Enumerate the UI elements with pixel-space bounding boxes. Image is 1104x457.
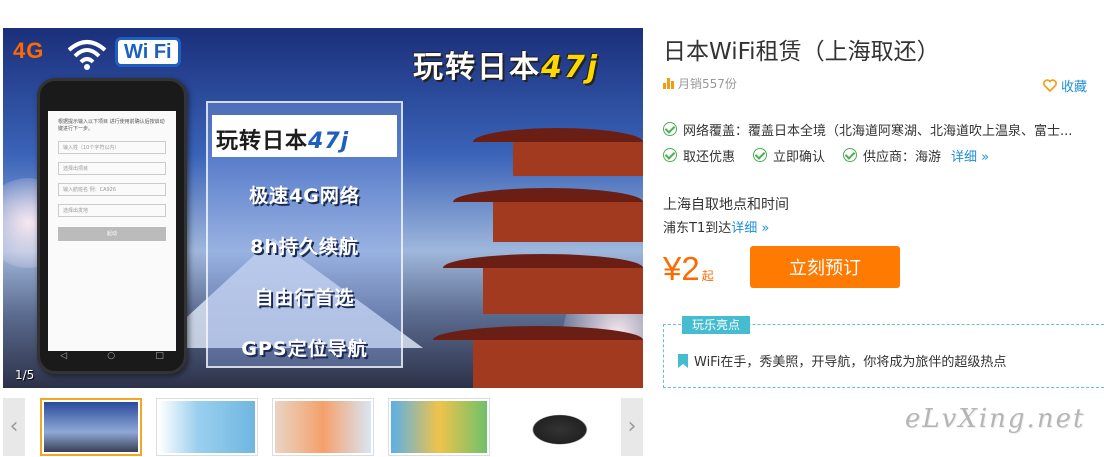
prev-arrow-button[interactable]: ‹ — [3, 398, 25, 456]
check-icon — [753, 148, 768, 162]
price: ¥2 起 — [663, 250, 714, 288]
brand-logo-panel: 玩转日本47j — [212, 115, 397, 157]
thumbnail[interactable] — [272, 398, 374, 456]
phone-field: 选择出发地 — [58, 204, 166, 217]
sales-text: 月销557份 — [678, 77, 737, 91]
wifi-label: Wi Fi — [115, 37, 181, 67]
phone-start-button: 起动 — [58, 227, 166, 241]
feature-panel: 玩转日本47j 极速4G网络 8h持久续航 自由行首选 GPS定位导航 — [206, 101, 403, 368]
badge-row: 取还优惠 立即确认 供应商：海游 详细 » — [663, 146, 1072, 165]
recent-icon: □ — [155, 351, 164, 361]
next-arrow-button[interactable]: › — [621, 398, 643, 456]
highlight-text: WiFi在手，秀美照，开导航，你将成为旅伴的超级热点 — [694, 355, 1007, 370]
phone-intro-text: 根据提示输入以下项目 进行使用前确认后按启动键进行下一步。 — [58, 119, 165, 132]
brand-suffix: j — [586, 50, 600, 85]
coverage-row: 网络覆盖：覆盖日本全境（北海道阿寒湖、北海道吹上温泉、富士... — [663, 120, 1073, 139]
highlight-text-row: WiFi在手，秀美照，开导航，你将成为旅伴的超级热点 — [678, 351, 1006, 370]
price-value: 2 — [681, 250, 700, 287]
brand-number: 47 — [541, 50, 587, 85]
phone-field: 输入航班名 例：CA926 — [58, 183, 166, 196]
pagoda-illustration — [433, 88, 643, 388]
favorite-button[interactable]: 收藏 — [1043, 76, 1087, 95]
badge-supplier: 供应商：海游 — [863, 149, 942, 165]
badge-instant-confirm: 立即确认 — [773, 149, 826, 165]
thumbnail-strip: ‹ › — [3, 398, 643, 457]
product-title: 日本WiFi租赁（上海取还） — [663, 39, 940, 65]
highlight-box: 玩乐亮点 WiFi在手，秀美照，开导航，你将成为旅伴的超级热点 — [663, 316, 1104, 388]
monthly-sales: 月销557份 — [663, 75, 737, 92]
brand-text: 玩转日本 — [413, 50, 541, 85]
wifi-icon — [67, 40, 107, 70]
product-image-main[interactable]: 4G Wi Fi 玩转日本47j 根据提示输入以下项目 进行使用前确认后按启动键… — [3, 28, 643, 388]
brand-number: 47 — [308, 129, 341, 154]
phone-field: 输入姓（10个字符以内） — [58, 141, 166, 154]
feature-line: 自由行首选 — [254, 287, 355, 309]
book-now-button[interactable]: 立刻预订 — [750, 246, 900, 288]
check-icon — [843, 148, 858, 162]
thumbnail[interactable] — [504, 398, 606, 456]
site-watermark: eLvXing.net — [905, 404, 1086, 434]
feature-list: 网络覆盖：覆盖日本全境（北海道阿寒湖、北海道吹上温泉、富士... 取还优惠 立即… — [663, 120, 1073, 165]
coverage-text: 网络覆盖：覆盖日本全境（北海道阿寒湖、北海道吹上温泉、富士... — [683, 123, 1073, 139]
highlight-tag: 玩乐亮点 — [682, 316, 751, 334]
price-from-label: 起 — [701, 269, 714, 283]
thumbnail[interactable] — [40, 398, 142, 456]
pickup-title: 上海自取地点和时间 — [663, 197, 789, 213]
brand-logo-top: 玩转日本47j — [413, 42, 599, 86]
check-icon — [663, 148, 677, 162]
feature-line: 8h持久续航 — [250, 236, 359, 258]
feature-line: 极速4G网络 — [249, 185, 360, 207]
sales-chart-icon — [663, 78, 674, 89]
brand-suffix: j — [340, 129, 350, 154]
phone-field: 选择出项目 — [58, 162, 166, 175]
check-icon — [663, 122, 677, 136]
heart-icon — [1043, 79, 1057, 92]
feature-line: GPS定位导航 — [241, 338, 368, 360]
ribbon-icon — [678, 353, 688, 368]
favorite-label: 收藏 — [1061, 80, 1088, 95]
image-counter: 1/5 — [15, 368, 35, 382]
home-icon: ○ — [107, 351, 116, 361]
back-icon: ◁ — [60, 351, 68, 361]
4g-badge: 4G — [13, 38, 45, 63]
pickup-details-link[interactable]: 详细 » — [731, 221, 769, 236]
phone-nav-bar: ◁ ○ □ — [40, 351, 184, 361]
pickup-location: 浦东T1到达详细 » — [663, 217, 769, 236]
currency-symbol: ¥ — [663, 250, 682, 287]
phone-illustration: 根据提示输入以下项目 进行使用前确认后按启动键进行下一步。 输入姓（10个字符以… — [37, 78, 187, 374]
brand-text: 玩转日本 — [216, 129, 309, 154]
badge-discount: 取还优惠 — [683, 149, 736, 165]
thumbnail[interactable] — [156, 398, 258, 456]
phone-screen: 根据提示输入以下项目 进行使用前确认后按启动键进行下一步。 输入姓（10个字符以… — [48, 111, 176, 351]
details-link[interactable]: 详细 » — [951, 146, 989, 165]
thumbnail[interactable] — [388, 398, 490, 456]
pickup-location-text: 浦东T1到达 — [663, 221, 732, 236]
